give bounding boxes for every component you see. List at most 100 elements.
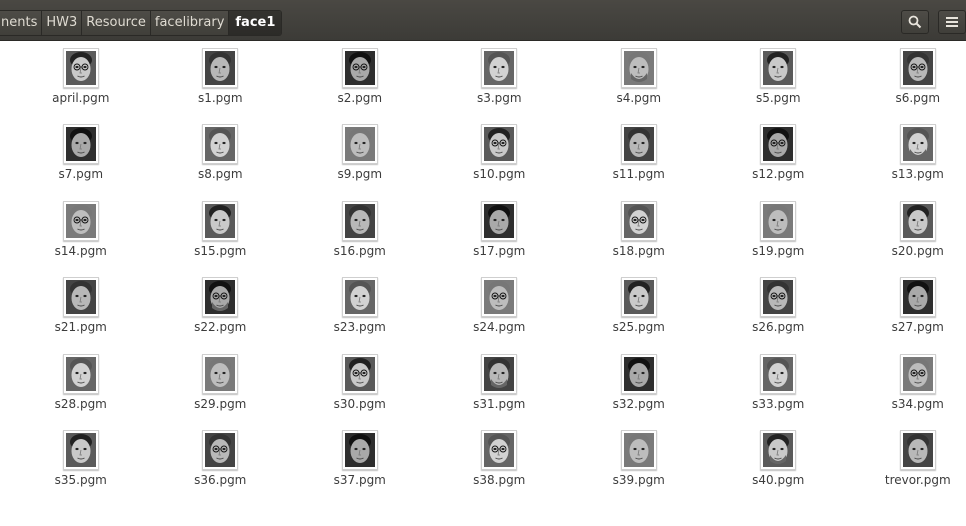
image-thumbnail[interactable] (760, 429, 797, 470)
image-thumbnail[interactable] (899, 353, 936, 394)
image-thumbnail[interactable] (62, 429, 99, 470)
file-item[interactable]: s31.pgm (430, 347, 570, 423)
file-item[interactable]: s17.pgm (430, 194, 570, 270)
face-thumbnail (902, 432, 933, 467)
file-item[interactable]: s2.pgm (290, 41, 430, 117)
file-item[interactable]: s32.pgm (569, 347, 709, 423)
face-thumbnail (484, 127, 515, 162)
image-thumbnail[interactable] (202, 200, 239, 241)
image-thumbnail[interactable] (62, 48, 99, 88)
file-item[interactable]: s30.pgm (290, 347, 430, 423)
image-thumbnail[interactable] (620, 353, 657, 394)
file-item[interactable]: s38.pgm (430, 423, 570, 499)
file-item[interactable]: s15.pgm (151, 194, 291, 270)
file-item[interactable]: s34.pgm (848, 347, 966, 423)
image-thumbnail[interactable] (620, 200, 657, 241)
image-thumbnail[interactable] (481, 200, 518, 241)
file-item[interactable]: s21.pgm (11, 270, 151, 346)
image-thumbnail[interactable] (620, 124, 657, 165)
file-item[interactable]: s23.pgm (290, 270, 430, 346)
image-thumbnail[interactable] (341, 48, 378, 88)
file-item[interactable]: s33.pgm (709, 347, 849, 423)
image-thumbnail[interactable] (760, 277, 797, 318)
image-thumbnail[interactable] (341, 200, 378, 241)
breadcrumb-item[interactable]: HW3 (42, 11, 83, 35)
file-item[interactable]: s26.pgm (709, 270, 849, 346)
file-item[interactable]: s18.pgm (569, 194, 709, 270)
file-item[interactable]: s3.pgm (430, 41, 570, 117)
file-item[interactable]: trevor.pgm (848, 423, 966, 499)
image-thumbnail[interactable] (481, 429, 518, 470)
image-thumbnail[interactable] (202, 124, 239, 165)
image-thumbnail[interactable] (62, 124, 99, 165)
breadcrumb-item[interactable]: face1 (229, 11, 282, 35)
file-item[interactable]: s10.pgm (430, 117, 570, 193)
file-item[interactable]: s27.pgm (848, 270, 966, 346)
file-item[interactable]: s28.pgm (11, 347, 151, 423)
image-thumbnail[interactable] (202, 429, 239, 470)
image-thumbnail[interactable] (62, 353, 99, 394)
file-item[interactable]: s11.pgm (569, 117, 709, 193)
image-thumbnail[interactable] (760, 48, 797, 88)
face-thumbnail (484, 356, 515, 391)
file-item[interactable]: s7.pgm (11, 117, 151, 193)
file-name-label: s37.pgm (333, 472, 386, 487)
file-item[interactable]: s36.pgm (151, 423, 291, 499)
image-thumbnail[interactable] (481, 48, 518, 88)
file-item[interactable]: s16.pgm (290, 194, 430, 270)
image-thumbnail[interactable] (202, 277, 239, 318)
image-thumbnail[interactable] (899, 277, 936, 318)
file-item[interactable]: s14.pgm (11, 194, 151, 270)
file-item[interactable]: s13.pgm (848, 117, 966, 193)
file-item[interactable]: s12.pgm (709, 117, 849, 193)
file-item[interactable]: s20.pgm (848, 194, 966, 270)
image-thumbnail[interactable] (481, 277, 518, 318)
file-item[interactable]: s5.pgm (709, 41, 849, 117)
file-item[interactable]: s19.pgm (709, 194, 849, 270)
file-item[interactable]: s39.pgm (569, 423, 709, 499)
image-thumbnail[interactable] (62, 277, 99, 318)
file-item[interactable]: s24.pgm (430, 270, 570, 346)
image-thumbnail[interactable] (760, 124, 797, 165)
image-thumbnail[interactable] (620, 48, 657, 88)
image-thumbnail[interactable] (202, 48, 239, 88)
file-name-label: s5.pgm (755, 91, 801, 105)
file-item[interactable]: april.pgm (11, 41, 151, 117)
image-thumbnail[interactable] (341, 124, 378, 165)
image-thumbnail[interactable] (481, 353, 518, 394)
menu-button[interactable] (938, 10, 966, 34)
image-thumbnail[interactable] (899, 124, 936, 165)
image-thumbnail[interactable] (760, 200, 797, 241)
image-thumbnail[interactable] (899, 200, 936, 241)
image-thumbnail[interactable] (62, 200, 99, 241)
breadcrumb-item[interactable]: facelibrary (150, 11, 230, 35)
file-item[interactable]: s4.pgm (569, 41, 709, 117)
file-item[interactable]: s29.pgm (151, 347, 291, 423)
image-thumbnail[interactable] (341, 277, 378, 318)
breadcrumb-item[interactable]: Resource (82, 11, 151, 35)
file-item[interactable]: s22.pgm (151, 270, 291, 346)
image-thumbnail[interactable] (341, 353, 378, 394)
face-thumbnail (902, 51, 933, 85)
file-item[interactable]: s37.pgm (290, 423, 430, 499)
file-item[interactable]: s25.pgm (569, 270, 709, 346)
breadcrumb-item[interactable]: nents (0, 11, 43, 35)
image-thumbnail[interactable] (481, 124, 518, 165)
image-thumbnail[interactable] (899, 48, 936, 88)
image-thumbnail[interactable] (341, 429, 378, 470)
file-name-label: s15.pgm (194, 243, 247, 258)
image-thumbnail[interactable] (620, 277, 657, 318)
file-name-label: s13.pgm (891, 167, 944, 182)
file-item[interactable]: s6.pgm (848, 41, 966, 117)
search-button[interactable] (901, 10, 929, 34)
image-thumbnail[interactable] (760, 353, 797, 394)
file-item[interactable]: s1.pgm (151, 41, 291, 117)
file-item[interactable]: s8.pgm (151, 117, 291, 193)
image-thumbnail[interactable] (899, 429, 936, 470)
file-name-label: s14.pgm (54, 243, 107, 258)
image-thumbnail[interactable] (620, 429, 657, 470)
image-thumbnail[interactable] (202, 353, 239, 394)
file-item[interactable]: s9.pgm (290, 117, 430, 193)
file-item[interactable]: s35.pgm (11, 423, 151, 499)
file-item[interactable]: s40.pgm (709, 423, 849, 499)
